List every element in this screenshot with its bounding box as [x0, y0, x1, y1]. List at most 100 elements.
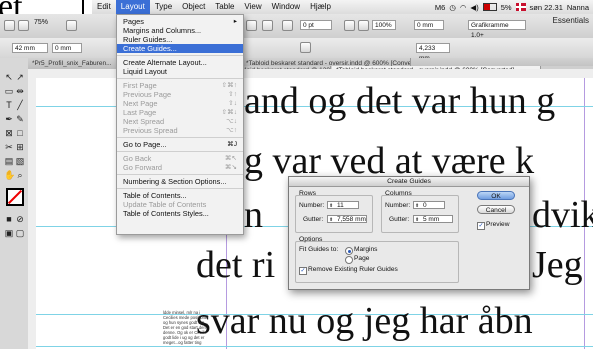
measure2-field[interactable]: 4,233 mm [416, 43, 450, 62]
zoom-level[interactable]: 75% [34, 19, 48, 26]
y-position-field[interactable]: 0 mm [52, 43, 82, 53]
menu-item-next-spread[interactable]: Next Spread ⌥↓ [117, 117, 243, 126]
align-icon[interactable] [344, 20, 355, 31]
stepper-icon[interactable]: ⬍ [329, 202, 333, 210]
workspace-switcher[interactable]: Essentials [553, 16, 589, 25]
volume-icon[interactable]: ◀) [470, 3, 478, 12]
gap-tool-icon[interactable]: ⇹ [15, 86, 25, 96]
battery-icon[interactable] [482, 3, 497, 11]
type-tool-icon[interactable]: T [4, 100, 14, 110]
menu-item-last-page[interactable]: Last Page ⇧⌘↓ [117, 108, 243, 117]
menu-item-margins-columns[interactable]: Margins and Columns... [117, 26, 243, 35]
rectangle-tool-icon[interactable]: □ [15, 128, 25, 138]
clock-icon[interactable]: ◷ [449, 3, 456, 12]
cols-number-field[interactable]: ⬍ 0 [413, 201, 445, 209]
rows-gutter-label: Gutter: [303, 216, 324, 223]
menu-item-label: Previous Spread [123, 126, 178, 135]
fx-icon[interactable] [300, 42, 311, 53]
paragraph-icon[interactable] [246, 20, 257, 31]
rows-number-value: 11 [337, 202, 344, 209]
preview-checkbox[interactable]: ✓ [477, 222, 485, 230]
id-logo-icon[interactable] [4, 20, 15, 31]
transform-tool-icon[interactable]: ⊞ [15, 142, 25, 152]
fill-swatch-icon[interactable] [282, 20, 293, 31]
view-options-icon[interactable] [66, 20, 77, 31]
distribute-icon[interactable] [358, 20, 369, 31]
text-line: dvikl [532, 194, 593, 236]
gradient-tool-icon[interactable]: ▤ [4, 156, 14, 166]
clock-text[interactable]: søn 22.31 [530, 3, 563, 12]
object-style-select[interactable]: Grafikramme 1.0+ [468, 20, 526, 39]
wifi-icon[interactable]: ◠ [460, 3, 467, 12]
menu-item-go-back[interactable]: Go Back ⌘↖ [117, 154, 243, 163]
menu-separator [117, 137, 243, 138]
pencil-tool-icon[interactable]: ✎ [15, 114, 25, 124]
menu-item-previous-spread[interactable]: Previous Spread ⌥↑ [117, 126, 243, 135]
scissors-tool-icon[interactable]: ✂ [4, 142, 14, 152]
menu-shortcut: ⌥↓ [226, 118, 237, 125]
bridge-icon[interactable] [18, 20, 29, 31]
menu-item-go-forward[interactable]: Go Forward ⌘↘ [117, 163, 243, 172]
measure-field[interactable]: 0 mm [414, 20, 444, 30]
menu-item-numbering-section[interactable]: Numbering & Section Options... [117, 177, 243, 186]
menu-item-previous-page[interactable]: Previous Page ⇧↑ [117, 90, 243, 99]
rows-gutter-field[interactable]: ⬍ 7,558 mm [327, 215, 367, 223]
stepper-icon[interactable]: ⬍ [415, 202, 419, 210]
menu-type[interactable]: Type [150, 0, 177, 14]
menu-object[interactable]: Object [177, 0, 210, 14]
menu-help[interactable]: Hjælp [305, 0, 336, 14]
menu-edit[interactable]: Edit [92, 0, 116, 14]
remove-guides-label: Remove Existing Ruler Guides [308, 266, 398, 273]
direct-selection-tool-icon[interactable]: ↗ [15, 72, 25, 82]
fit-page-radio[interactable] [345, 256, 353, 264]
flag-icon[interactable] [515, 3, 526, 11]
menu-window[interactable]: Window [267, 0, 305, 14]
stroke-weight-field[interactable]: 0 pt [300, 20, 332, 30]
normal-view-icon[interactable]: ▣ [4, 228, 14, 238]
menu-item-first-page[interactable]: First Page ⇧⌘↑ [117, 81, 243, 90]
menu-item-create-guides[interactable]: Create Guides... [117, 44, 243, 53]
apply-color-icon[interactable]: ■ [4, 214, 14, 224]
stepper-icon[interactable]: ⬍ [329, 216, 333, 224]
rows-number-field[interactable]: ⬍ 11 [327, 201, 359, 209]
menu-item-liquid-layout[interactable]: Liquid Layout [117, 67, 243, 76]
ok-button[interactable]: OK [477, 191, 515, 200]
hand-tool-icon[interactable]: ✋ [4, 170, 15, 180]
menu-layout[interactable]: Layout [115, 0, 150, 14]
text-line: g var ved at være k [244, 140, 535, 182]
apply-none-icon[interactable]: ⊘ [15, 214, 25, 224]
fill-stroke-swatch-icon[interactable] [6, 188, 24, 206]
menu-item-go-to-page[interactable]: Go to Page... ⌘J [117, 140, 243, 149]
cols-gutter-field[interactable]: ⬍ 5 mm [413, 215, 453, 223]
zoom-tool-icon[interactable]: ⌕ [15, 170, 25, 180]
adobe-status[interactable]: M6 [435, 3, 445, 12]
tab-profil[interactable]: *Pr5_Profil_snix_Faburen... [28, 58, 119, 69]
menu-item-create-alternate-layout[interactable]: Create Alternate Layout... [117, 58, 243, 67]
menu-item-table-of-contents[interactable]: Table of Contents... [117, 191, 243, 200]
menu-item-ruler-guides[interactable]: Ruler Guides... [117, 35, 243, 44]
text-wrap-icon[interactable] [262, 20, 273, 31]
menu-item-toc-styles[interactable]: Table of Contents Styles... [117, 209, 243, 218]
preview-mode-icon[interactable]: ▢ [15, 228, 25, 238]
note-tool-icon[interactable]: ▧ [15, 156, 25, 166]
stepper-icon[interactable]: ⬍ [415, 216, 419, 224]
menu-item-next-page[interactable]: Next Page ⇧↓ [117, 99, 243, 108]
menu-view[interactable]: View [239, 0, 266, 14]
application-bar: 75% 0 pt 100% 0 mm Grafikramme 1.0+ Esse… [0, 14, 593, 39]
rectangle-frame-tool-icon[interactable]: ⊠ [4, 128, 14, 138]
page-tool-icon[interactable]: ▭ [4, 86, 14, 96]
x-position-field[interactable]: 42 mm [12, 43, 48, 53]
menu-table[interactable]: Table [210, 0, 239, 14]
size-field[interactable]: 100% [372, 20, 396, 30]
remove-guides-checkbox[interactable]: ✓ [299, 267, 307, 275]
line-tool-icon[interactable]: ╱ [15, 100, 25, 110]
menu-item-pages[interactable]: Pages ▸ [117, 17, 243, 26]
pen-tool-icon[interactable]: ✒ [4, 114, 14, 124]
menu-item-update-toc[interactable]: Update Table of Contents [117, 200, 243, 209]
selection-tool-icon[interactable]: ↖ [4, 72, 14, 82]
menu-item-label: First Page [123, 81, 157, 90]
dialog-title[interactable]: Create Guides [289, 177, 529, 187]
fit-margins-radio[interactable] [345, 247, 353, 255]
cancel-button[interactable]: Cancel [477, 205, 515, 214]
user-name[interactable]: Nanna [567, 3, 589, 12]
